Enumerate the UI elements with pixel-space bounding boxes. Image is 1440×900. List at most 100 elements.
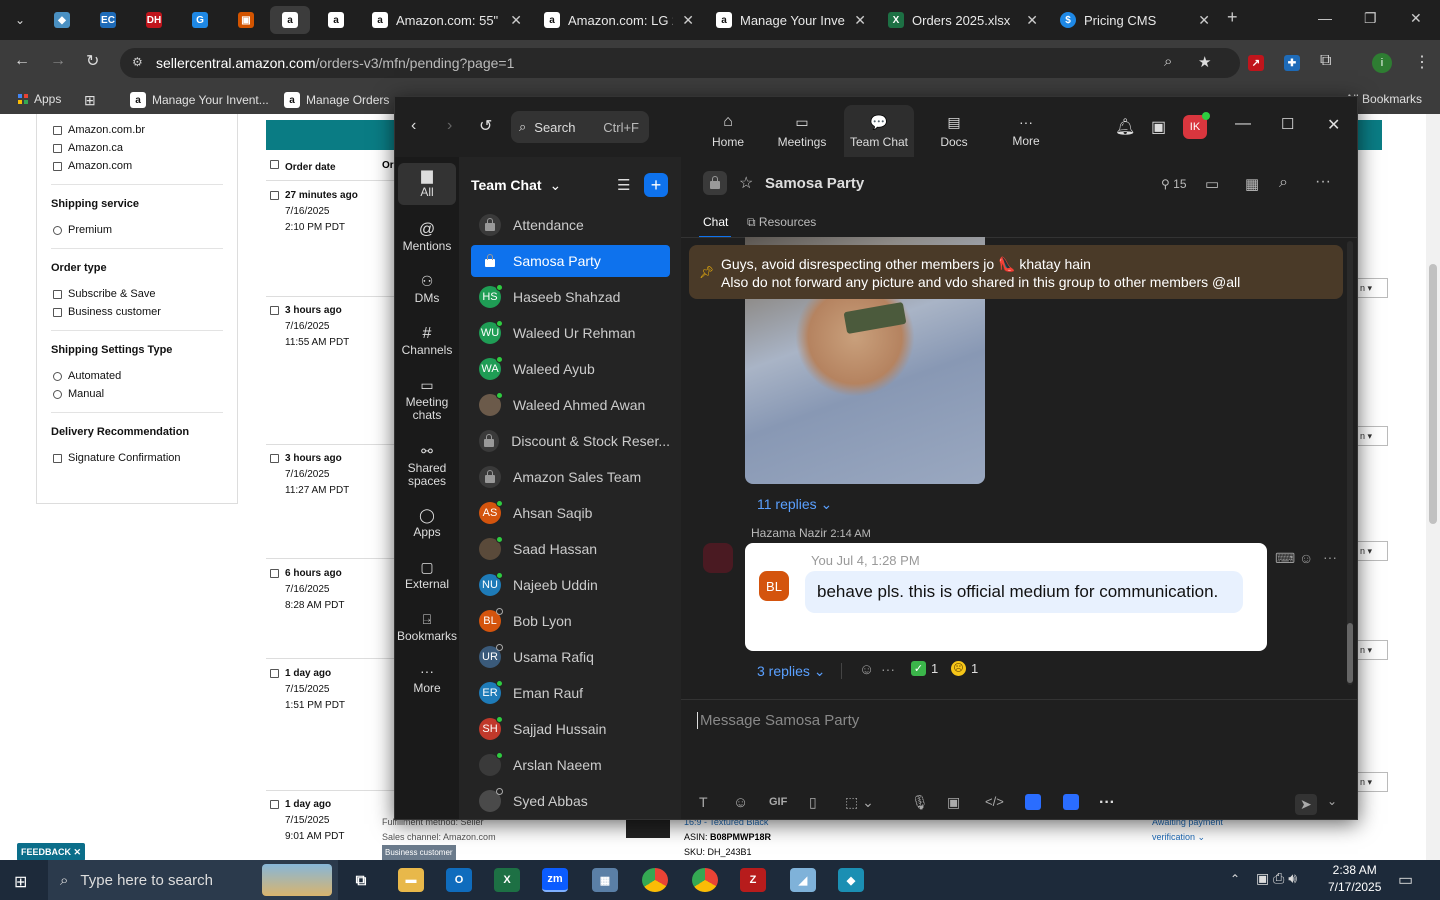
- rail-more[interactable]: ··· More: [398, 664, 456, 695]
- app-icon[interactable]: [1025, 794, 1041, 810]
- list-title[interactable]: Team Chat ⌄: [471, 177, 561, 194]
- app-icon[interactable]: [1063, 794, 1079, 810]
- user-avatar[interactable]: IK: [1183, 112, 1210, 139]
- gift-icon[interactable]: ▣: [1151, 117, 1166, 137]
- filter-checkbox[interactable]: Subscribe & Save: [53, 288, 155, 300]
- forward-icon[interactable]: ›: [447, 117, 452, 135]
- rail-external[interactable]: ▢ External: [398, 560, 456, 591]
- page-scrollbar[interactable]: [1426, 114, 1440, 860]
- author-avatar[interactable]: [703, 543, 733, 573]
- windows-start-icon[interactable]: ⊞: [14, 872, 27, 892]
- photo-replies-link[interactable]: 11 replies ⌄: [757, 496, 832, 513]
- member-count[interactable]: ⚲ 15: [1161, 177, 1187, 191]
- action-dropdown[interactable]: n ▾: [1358, 278, 1388, 298]
- channel-list-item[interactable]: Saad Hassan: [471, 533, 670, 565]
- channel-list-item[interactable]: BL Bob Lyon: [471, 605, 670, 637]
- outlook-icon[interactable]: O: [446, 868, 472, 892]
- channel-list-item[interactable]: Arslan Naeem: [471, 749, 670, 781]
- profile-avatar[interactable]: i: [1372, 53, 1392, 73]
- order-row[interactable]: 6 hours ago 7/16/2025 8:28 AM PDT: [270, 566, 344, 614]
- chrome-icon[interactable]: [642, 868, 668, 892]
- calculator-icon[interactable]: ▦: [592, 868, 618, 892]
- pinned-tab[interactable]: DH: [134, 6, 174, 34]
- channel-list-item[interactable]: UR Usama Rafiq: [471, 641, 670, 673]
- message-input[interactable]: Message Samosa Party: [697, 712, 859, 729]
- star-icon[interactable]: ★: [1198, 53, 1211, 71]
- nav-home[interactable]: ⌂ Home: [697, 105, 759, 157]
- pinned-tab-amazon[interactable]: a: [270, 6, 310, 34]
- rail-bookmarks[interactable]: ⍈ Bookmarks: [397, 612, 457, 643]
- browser-tab[interactable]: a Manage Your Inven ✕: [706, 6, 876, 34]
- task-view-icon[interactable]: ⧉: [348, 868, 374, 892]
- action-dropdown[interactable]: n ▾: [1358, 541, 1388, 561]
- microphone-icon[interactable]: 🎙︎: [911, 794, 929, 811]
- channel-list-item[interactable]: Samosa Party: [471, 245, 670, 277]
- more-dots-icon[interactable]: ···: [881, 661, 895, 677]
- nav-team-chat[interactable]: 💬 Team Chat: [844, 105, 914, 157]
- filter-radio[interactable]: Automated: [53, 370, 121, 382]
- send-icon[interactable]: ➤: [1295, 794, 1317, 815]
- app-icon[interactable]: ◆: [838, 868, 864, 892]
- pinned-tab-amazon[interactable]: a: [316, 6, 356, 34]
- filter-icon[interactable]: ☰: [617, 176, 630, 194]
- nav-docs[interactable]: ▤ Docs: [923, 105, 985, 157]
- filter-radio[interactable]: Manual: [53, 388, 104, 400]
- video-clip-icon[interactable]: ▣: [947, 794, 960, 811]
- pinned-tab[interactable]: EC: [88, 6, 128, 34]
- new-tab-icon[interactable]: +: [1227, 7, 1238, 28]
- app-icon[interactable]: ◢: [790, 868, 816, 892]
- more-dots-icon[interactable]: ···: [1315, 173, 1331, 191]
- rail-shared-spaces[interactable]: ⚯ Shared spaces: [398, 444, 456, 488]
- file-icon[interactable]: ▯: [809, 794, 817, 811]
- channel-list-item[interactable]: NU Najeeb Uddin: [471, 569, 670, 601]
- back-icon[interactable]: ←: [14, 52, 30, 70]
- channel-list-item[interactable]: Amazon Sales Team: [471, 461, 670, 493]
- rail-apps[interactable]: ◯ Apps: [398, 508, 456, 539]
- filter-checkbox[interactable]: Business customer: [53, 306, 161, 318]
- excel-icon[interactable]: X: [494, 868, 520, 892]
- filter-checkbox[interactable]: Amazon.ca: [53, 142, 123, 154]
- channel-list-item[interactable]: SH Sajjad Hussain: [471, 713, 670, 745]
- order-row[interactable]: 1 day ago 7/15/2025 9:01 AM PDT: [270, 797, 344, 845]
- address-bar[interactable]: ⚙ sellercentral.amazon.com/orders-v3/mfn…: [120, 48, 1240, 78]
- channel-title[interactable]: Samosa Party: [765, 175, 864, 192]
- pinned-message[interactable]: 📌︎ Guys, avoid disrespecting other membe…: [689, 245, 1343, 299]
- close-tab-icon[interactable]: ✕: [510, 12, 522, 29]
- gif-icon[interactable]: GIF: [769, 796, 787, 808]
- code-icon[interactable]: </>: [985, 794, 1004, 809]
- emoji-icon[interactable]: ☺: [733, 794, 748, 811]
- tab-resources[interactable]: ⧉ Resources: [747, 215, 816, 230]
- channel-list-item[interactable]: AS Ahsan Saqib: [471, 497, 670, 529]
- browser-tab[interactable]: X Orders 2025.xlsx ✕: [878, 6, 1048, 34]
- order-row[interactable]: 1 day ago 7/15/2025 1:51 PM PDT: [270, 666, 345, 714]
- notification-icon[interactable]: ▭: [1398, 870, 1413, 890]
- maximize-icon[interactable]: ☐: [1281, 115, 1294, 133]
- clock[interactable]: 2:38 AM 7/17/2025: [1328, 862, 1381, 896]
- reply-icon[interactable]: ⌨: [1275, 550, 1295, 567]
- bookmark-apps[interactable]: Apps: [18, 92, 61, 106]
- filter-checkbox[interactable]: Signature Confirmation: [53, 452, 181, 464]
- more-dots-icon[interactable]: ···: [1323, 549, 1337, 565]
- nav-meetings[interactable]: ▭ Meetings: [769, 105, 835, 157]
- action-dropdown[interactable]: n ▾: [1358, 772, 1388, 792]
- bell-icon[interactable]: 🔔︎: [1115, 117, 1135, 137]
- close-tab-icon[interactable]: ✕: [1026, 12, 1038, 29]
- browser-tab[interactable]: a Amazon.com: 55" 3 ✕: [362, 6, 532, 34]
- site-info-icon[interactable]: ⚙: [132, 55, 143, 69]
- minimize-icon[interactable]: —: [1235, 115, 1251, 133]
- rail-meeting-chats[interactable]: ▭ Meeting chats: [398, 378, 456, 422]
- pinned-tab[interactable]: ▣: [226, 6, 266, 34]
- filezilla-icon[interactable]: Z: [740, 868, 766, 892]
- screenshot-icon[interactable]: ⬚ ⌄: [845, 794, 874, 811]
- browser-tab[interactable]: a Amazon.com: LG 2 ✕: [534, 6, 704, 34]
- calendar-icon[interactable]: ▦: [1245, 175, 1259, 193]
- reload-icon[interactable]: ↻: [86, 51, 99, 71]
- close-icon[interactable]: ✕: [1327, 115, 1340, 135]
- chat-scrollbar[interactable]: [1347, 241, 1353, 685]
- action-dropdown[interactable]: n ▾: [1358, 426, 1388, 446]
- close-tab-icon[interactable]: ✕: [854, 12, 866, 29]
- tab-search-chevron-icon[interactable]: ⌄: [0, 6, 40, 34]
- menu-kebab-icon[interactable]: ⋮: [1414, 52, 1430, 72]
- pinned-tab[interactable]: ◆: [42, 6, 82, 34]
- bookmark-manage-orders[interactable]: a Manage Orders: [284, 92, 389, 108]
